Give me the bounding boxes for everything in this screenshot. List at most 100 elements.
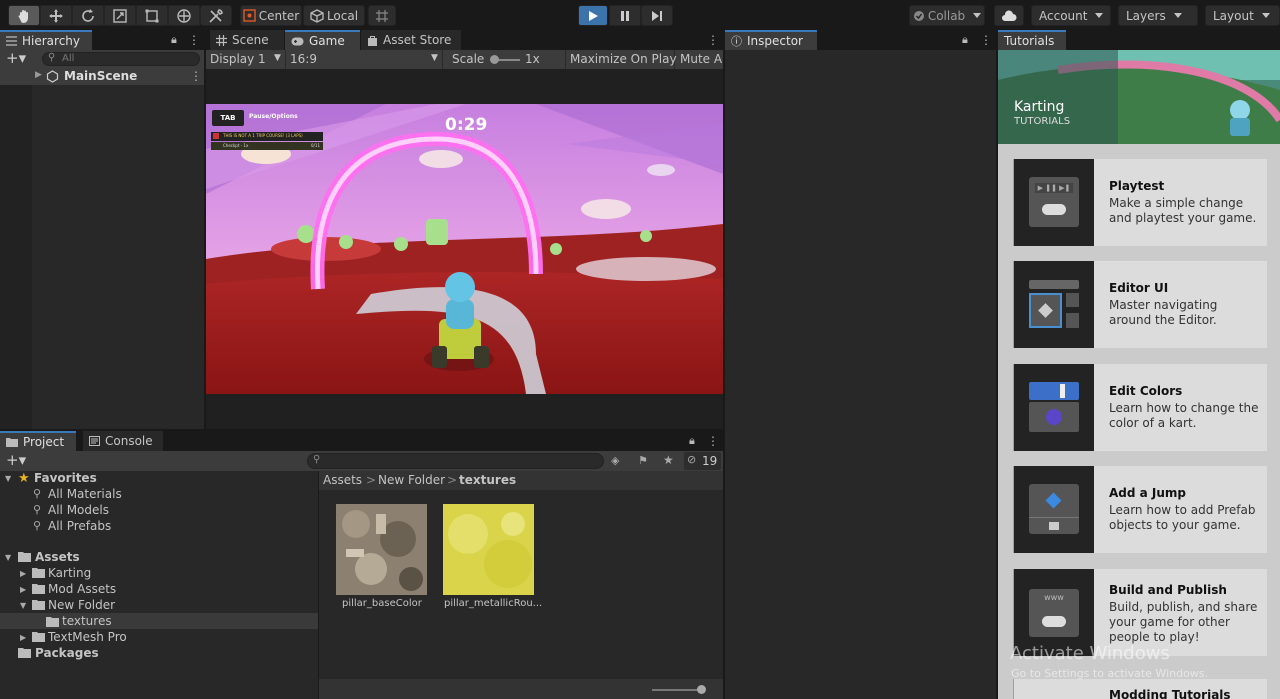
collab-dropdown[interactable]: Collab [909, 5, 985, 26]
tutorial-card-title: Edit Colors [1109, 384, 1183, 398]
hidden-packages-toggle[interactable]: ⊘ 19 [684, 452, 721, 470]
breadcrumb: Assets > New Folder > textures [319, 471, 723, 490]
display-label: Display 1 [210, 52, 266, 66]
texture-thumbnail[interactable] [336, 504, 427, 595]
scale-slider-thumb[interactable] [490, 55, 499, 64]
step-button[interactable] [641, 5, 673, 26]
tab-scene[interactable]: Scene [210, 30, 284, 50]
kebab-menu-icon[interactable]: ⋮ [188, 33, 200, 47]
assets-folder-label[interactable]: Assets [35, 550, 80, 564]
tab-asset-store[interactable]: Asset Store [361, 30, 461, 50]
custom-tool-button[interactable] [200, 5, 232, 26]
project-folder-tree: ▼ ★ Favorites ⚲ All Materials ⚲ All Mode… [0, 471, 318, 699]
tutorial-thumb [1014, 364, 1094, 451]
pivot-space-label: Local [326, 8, 359, 23]
breadcrumb-separator-icon: > [366, 473, 377, 487]
rect-tool-button[interactable] [136, 5, 168, 26]
tab-project[interactable]: Project [0, 431, 76, 451]
label-tag-icon[interactable]: ⚑ [638, 454, 648, 467]
expand-arrow-icon[interactable]: ▼ [5, 474, 11, 483]
folder-item[interactable]: TextMesh Pro [48, 630, 127, 644]
folder-item[interactable]: Karting [48, 566, 91, 580]
thumbnail-size-slider[interactable] [652, 685, 706, 694]
tab-game-label: Game [309, 34, 345, 48]
scene-kebab-icon[interactable]: ⋮ [190, 69, 202, 83]
breadcrumb-item[interactable]: Assets [323, 473, 362, 487]
tutorial-card-edit-colors[interactable]: Edit Colors Learn how to change the colo… [1013, 364, 1267, 451]
favorite-item[interactable]: All Materials [48, 487, 122, 501]
hand-tool-button[interactable] [8, 5, 40, 26]
pivot-mode-button[interactable]: Center [240, 5, 302, 26]
expand-arrow-icon[interactable]: ▶ [20, 633, 26, 642]
thumbnail-size-thumb[interactable] [697, 685, 706, 694]
lock-icon[interactable]: 🔒︎ [171, 33, 177, 47]
game-view-panel: Scene Game Asset Store ⋮ Display 1 ▼ 16:… [206, 30, 723, 429]
account-dropdown[interactable]: Account [1031, 5, 1111, 26]
tab-game[interactable]: Game [285, 30, 360, 50]
add-icon[interactable]: +▾ [6, 452, 26, 469]
tab-tutorials[interactable]: Tutorials [998, 30, 1066, 50]
add-icon[interactable]: +▾ [6, 50, 26, 67]
filter-by-type-icon[interactable]: ◈ [611, 454, 619, 467]
search-icon: ⚲ [48, 52, 56, 63]
folder-item[interactable]: Mod Assets [48, 582, 116, 596]
scale-slider[interactable] [490, 55, 520, 64]
tutorial-card-playtest[interactable]: ▶ ❚❚ ▶❚ Playtest Make a simple change an… [1013, 159, 1267, 246]
display-dropdown[interactable]: Display 1 ▼ [206, 50, 286, 69]
rotate-tool-button[interactable] [72, 5, 104, 26]
hierarchy-search-input[interactable]: ⚲ All [42, 52, 200, 66]
lock-icon[interactable]: 🔒︎ [962, 33, 968, 47]
favorite-item[interactable]: All Models [48, 503, 109, 517]
expand-arrow-icon[interactable]: ▼ [20, 601, 26, 610]
favorites-label[interactable]: Favorites [34, 471, 97, 485]
mute-audio-toggle[interactable]: Mute Au [676, 50, 723, 69]
folder-item-selected[interactable]: textures [0, 613, 318, 629]
scene-row[interactable]: ▶ MainScene ⋮ [0, 68, 204, 85]
gamepad-icon: ▶ ❚❚ ▶❚ [1029, 177, 1079, 227]
lock-icon[interactable]: 🔒︎ [689, 434, 695, 448]
tab-hierarchy[interactable]: Hierarchy [0, 30, 92, 50]
move-tool-button[interactable] [40, 5, 72, 26]
layers-dropdown[interactable]: Layers [1118, 5, 1198, 26]
breadcrumb-item[interactable]: New Folder [378, 473, 445, 487]
favorite-item[interactable]: All Prefabs [48, 519, 111, 533]
project-kebab-icon[interactable]: ⋮ [707, 434, 719, 448]
folder-item[interactable]: New Folder [48, 598, 115, 612]
expand-arrow-icon[interactable]: ▶ [35, 70, 42, 80]
expand-arrow-icon[interactable]: ▶ [20, 569, 26, 578]
pivot-mode-label: Center [258, 8, 300, 23]
expand-arrow-icon[interactable]: ▶ [20, 585, 26, 594]
game-viewport[interactable]: TAB Pause/Options 0:29 THIS IS NOT A 1 T… [206, 104, 723, 394]
tutorial-card-desc: Learn how to add Prefab objects to your … [1109, 503, 1256, 532]
aspect-dropdown[interactable]: 16:9 ▼ [286, 50, 443, 69]
pivot-space-button[interactable]: Local [303, 5, 365, 26]
packages-label[interactable]: Packages [35, 646, 99, 660]
scene-name: MainScene [64, 69, 138, 83]
favorite-star-icon[interactable]: ★ [663, 453, 674, 467]
scale-value: 1x [525, 52, 540, 66]
transform-tool-button[interactable] [168, 5, 200, 26]
layout-dropdown[interactable]: Layout [1205, 5, 1280, 26]
tutorial-card-add-a-jump[interactable]: Add a Jump Learn how to add Prefab objec… [1013, 466, 1267, 553]
pause-button[interactable] [609, 5, 641, 26]
inspector-kebab-icon[interactable]: ⋮ [980, 33, 992, 47]
texture-thumbnail[interactable] [443, 504, 534, 595]
maximize-on-play-toggle[interactable]: Maximize On Play [565, 50, 677, 69]
cloud-button[interactable] [994, 5, 1024, 26]
tutorial-card-modding[interactable]: Modding Tutorials [1013, 679, 1267, 699]
play-button[interactable] [578, 5, 608, 26]
tab-inspector[interactable]: ⓘ Inspector [725, 30, 817, 50]
grid-snap-button[interactable] [368, 5, 396, 26]
expand-arrow-icon[interactable]: ▼ [5, 553, 11, 562]
game-kebab-icon[interactable]: ⋮ [707, 33, 719, 47]
tutorial-thumb [1014, 466, 1094, 553]
activate-windows-hint: Go to Settings to activate Windows. [1011, 667, 1209, 680]
scale-tool-button[interactable] [104, 5, 136, 26]
tab-console[interactable]: Console [83, 431, 163, 451]
collab-label: Collab [927, 8, 966, 23]
search-icon: ⚲ [33, 487, 42, 500]
project-search-input[interactable]: ⚲ [307, 453, 604, 469]
objective-flag-icon [213, 133, 219, 139]
eye-slash-icon: ⊘ [687, 453, 697, 466]
tutorial-card-editor-ui[interactable]: Editor UI Master navigating around the E… [1013, 261, 1267, 348]
